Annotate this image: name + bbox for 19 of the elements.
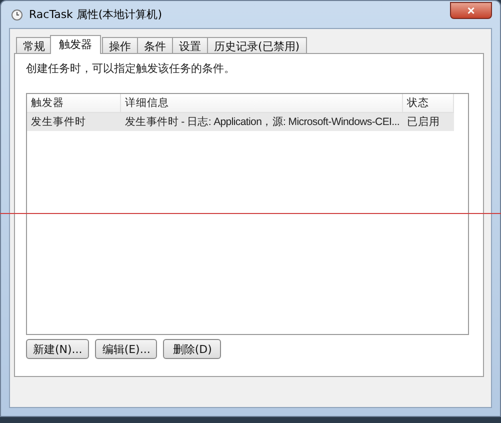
column-header[interactable]: 状态 xyxy=(403,94,454,112)
tab[interactable]: 常规 xyxy=(16,37,52,53)
tab[interactable]: 条件 xyxy=(137,37,173,53)
clock-icon xyxy=(11,8,23,20)
dialog-button[interactable]: 新建(N)... xyxy=(26,339,90,359)
dialog-button[interactable]: 删除(D) xyxy=(163,339,222,359)
description-text: 创建任务时，可以指定触发该任务的条件。 xyxy=(26,61,236,76)
table-cell-text: 发生事件时 xyxy=(30,115,87,129)
dialog-button[interactable]: 编辑(E)... xyxy=(95,339,158,359)
tab[interactable]: 触发器 xyxy=(50,35,101,54)
window-title: RacTask 属性(本地计算机) xyxy=(29,7,162,22)
column-header[interactable]: 触发器 xyxy=(27,94,121,112)
tab[interactable]: 设置 xyxy=(172,37,208,53)
tab[interactable]: 历史记录(已禁用) xyxy=(207,37,307,53)
table-row[interactable]: 发生事件时 发生事件时 - 日志: Application，源: Microsoft-Windows-CEI... 已启用 xyxy=(27,113,454,131)
table-cell-text: 发生事件时 - 日志: Application，源: Microsoft-Windows-CEI... xyxy=(124,115,401,129)
tab[interactable]: 操作 xyxy=(102,37,138,53)
table-cell-text: 已启用 xyxy=(406,115,441,129)
column-header[interactable]: 详细信息 xyxy=(121,94,403,112)
